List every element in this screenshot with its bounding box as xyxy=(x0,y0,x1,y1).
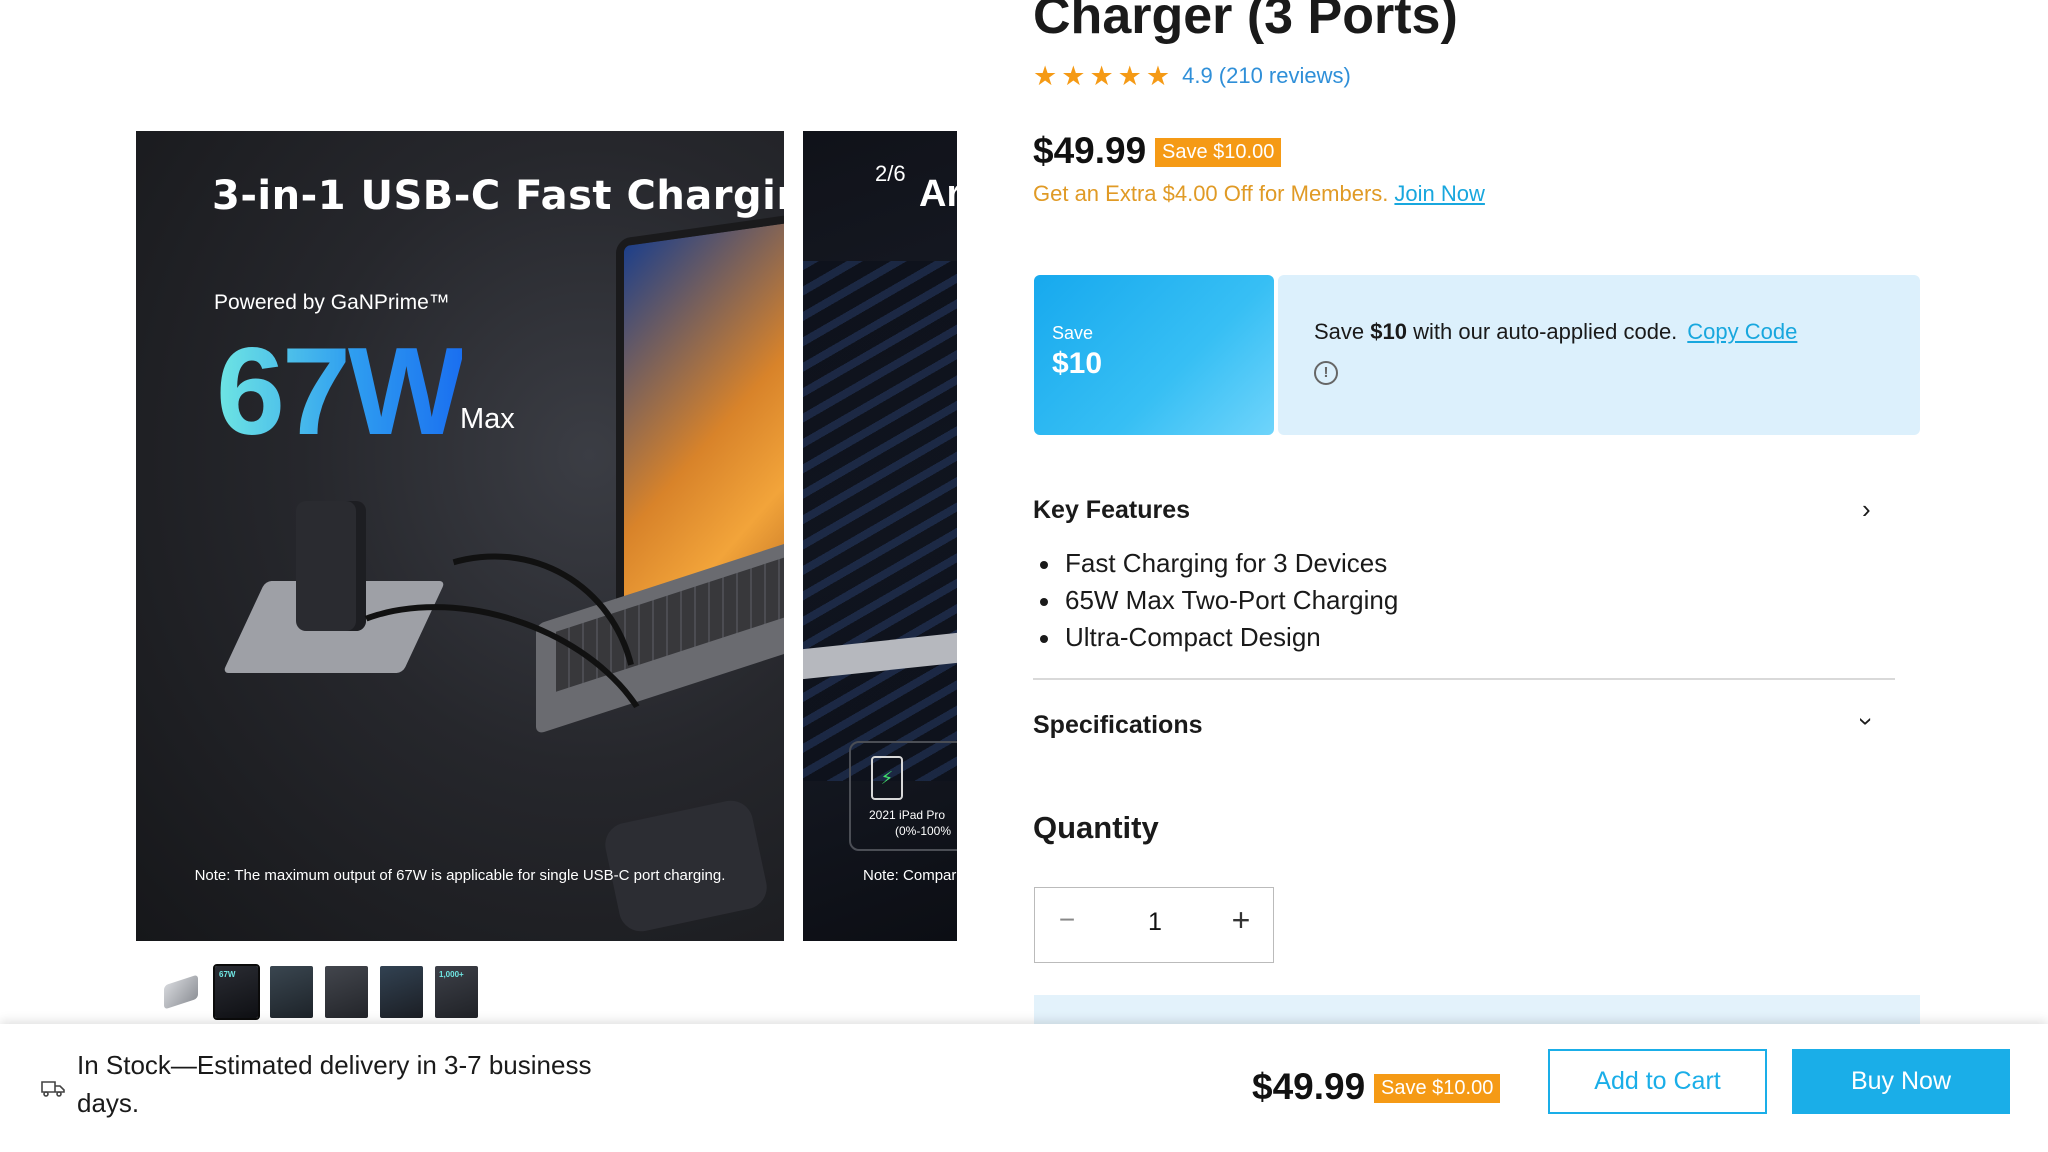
quantity-value[interactable]: 1 xyxy=(1125,908,1185,937)
rating-stars: ★ ★ ★ ★ ★ xyxy=(1033,62,1170,90)
device-badge-range: (0%-100% xyxy=(895,824,952,838)
star-icon: ★ xyxy=(1061,61,1086,91)
feature-item: 65W Max Two-Port Charging xyxy=(1039,582,1398,619)
thumbnail-4[interactable] xyxy=(325,966,368,1018)
coupon-text-suffix: with our auto-applied code. xyxy=(1413,319,1678,344)
battery-charging-icon: ⚡ xyxy=(871,756,903,800)
thumbnail-5[interactable] xyxy=(380,966,423,1018)
add-to-cart-button[interactable]: Add to Cart xyxy=(1548,1049,1767,1114)
coupon-text: Save $10 with our auto-applied code. Copy… xyxy=(1314,319,1797,345)
bar-save-badge: Save $10.00 xyxy=(1374,1074,1501,1103)
device-badge-device: 2021 iPad Pro xyxy=(869,808,946,822)
key-features-heading[interactable]: Key Features xyxy=(1033,496,1190,525)
thumbnail-3[interactable] xyxy=(270,966,313,1018)
thumbnail-6[interactable]: 1,000+ xyxy=(435,966,478,1018)
rating-reviews-link[interactable]: 4.9 (210 reviews) xyxy=(1182,63,1351,89)
thumbnail-2[interactable]: 67W xyxy=(213,964,260,1020)
thumbnail-1[interactable] xyxy=(160,966,203,1018)
coupon-text-prefix: Save xyxy=(1314,319,1365,344)
stock-status: In Stock—Estimated delivery in 3-7 busin… xyxy=(77,1050,592,1118)
feature-item: Fast Charging for 3 Devices xyxy=(1039,545,1398,582)
star-icon: ★ xyxy=(1117,61,1142,91)
slide-powered-by: Powered by GaNPrime™ xyxy=(214,291,450,314)
quantity-increase-button[interactable]: + xyxy=(1223,902,1259,942)
product-price: $49.99 xyxy=(1033,130,1147,171)
product-title: Charger (3 Ports) xyxy=(1033,0,1458,45)
truck-icon xyxy=(41,1081,65,1097)
slide-note: Note: The maximum output of 67W is appli… xyxy=(194,867,726,884)
member-offer-text: Get an Extra $4.00 Off for Members. xyxy=(1033,181,1389,206)
info-icon[interactable]: ! xyxy=(1314,361,1338,385)
slide-wattage: 67W xyxy=(216,323,465,461)
slide-title-fragment: Ar xyxy=(919,173,957,215)
product-image-main[interactable]: 3-in-1 USB-C Fast Charging Powered by Ga… xyxy=(136,131,784,941)
sticky-purchase-bar: In Stock—Estimated delivery in 3-7 busin… xyxy=(0,1024,2048,1152)
thumbnail-label: 1,000+ xyxy=(439,970,464,979)
coupon-label: Save xyxy=(1052,323,1094,343)
key-features-list: Fast Charging for 3 Devices 65W Max Two-… xyxy=(1039,545,1398,656)
chevron-right-icon[interactable]: › xyxy=(1862,494,1871,525)
quantity-label: Quantity xyxy=(1033,810,1159,845)
coupon-text-amount: $10 xyxy=(1370,319,1407,344)
coupon-details: Save $10 with our auto-applied code. Copy… xyxy=(1278,275,1920,435)
thumbnail-strip: 67W 1,000+ xyxy=(160,964,478,1020)
device-badge-text: 2021 iPad Pro (0%-100% xyxy=(869,807,951,839)
quantity-decrease-button[interactable]: − xyxy=(1049,904,1085,944)
star-icon: ★ xyxy=(1145,61,1171,91)
specifications-heading[interactable]: Specifications xyxy=(1033,711,1203,740)
copy-code-link[interactable]: Copy Code xyxy=(1687,319,1797,344)
coupon-amount: $10 xyxy=(1052,347,1103,380)
slide-title: 3-in-1 USB-C Fast Charging xyxy=(212,173,784,219)
charger-illustration xyxy=(296,501,366,631)
coupon-badge: Save $10 xyxy=(1034,275,1274,435)
bar-price: $49.99 xyxy=(1252,1066,1366,1107)
section-divider xyxy=(1033,678,1895,680)
buy-now-button[interactable]: Buy Now xyxy=(1792,1049,2010,1114)
save-badge: Save $10.00 xyxy=(1155,138,1282,167)
thumbnail-label: 67W xyxy=(219,970,236,979)
product-image-next[interactable]: 2/6 Ar ⚡ 2021 iPad Pro (0%-100% Note: Co… xyxy=(803,131,957,941)
star-icon: ★ xyxy=(1089,61,1114,91)
feature-item: Ultra-Compact Design xyxy=(1039,619,1398,656)
rating[interactable]: ★ ★ ★ ★ ★ 4.9 (210 reviews) xyxy=(1033,62,1351,90)
slide-counter: 2/6 xyxy=(875,161,906,186)
slide-max-label: Max xyxy=(460,403,515,435)
join-now-link[interactable]: Join Now xyxy=(1394,181,1484,206)
quantity-stepper: − 1 + xyxy=(1034,887,1274,963)
chevron-down-icon[interactable]: › xyxy=(1851,717,1882,726)
tablet-illustration xyxy=(803,261,957,781)
promo-banner-partial xyxy=(1034,995,1920,1025)
member-offer: Get an Extra $4.00 Off for Members. Join … xyxy=(1033,181,1485,207)
star-icon: ★ xyxy=(1033,61,1058,91)
charger-thumbnail-icon xyxy=(164,974,198,1010)
slide-note: Note: Compar xyxy=(863,867,957,884)
